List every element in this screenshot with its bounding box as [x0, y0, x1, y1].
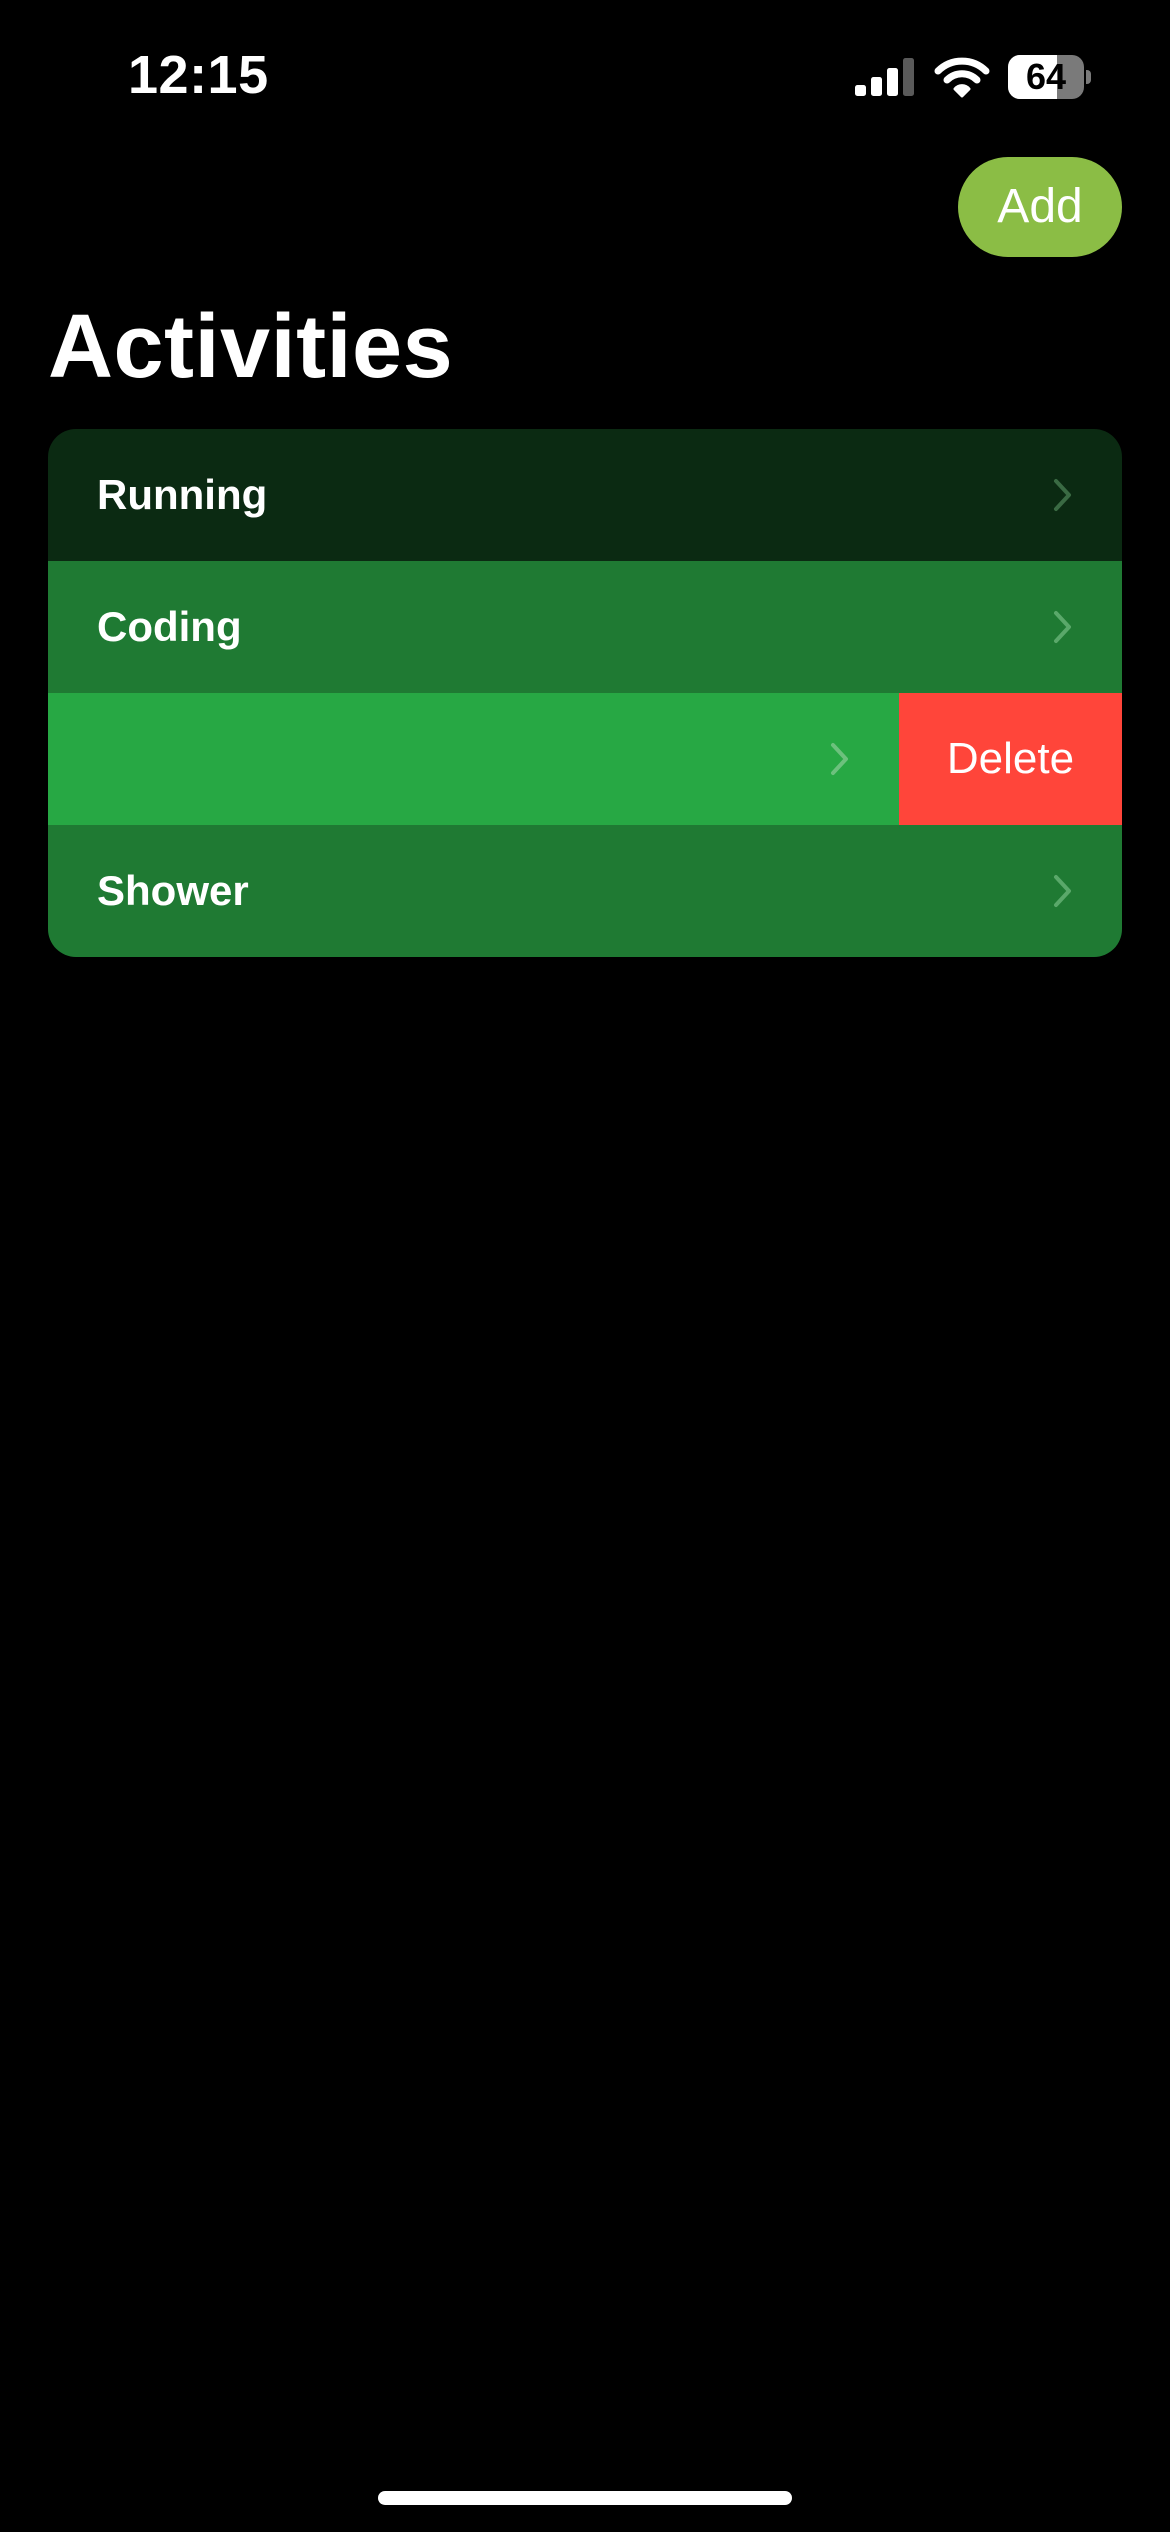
signal-bar-1	[855, 85, 866, 96]
signal-bar-3	[887, 68, 898, 96]
chevron-right-icon	[1054, 611, 1071, 643]
page-title: Activities	[48, 297, 454, 397]
wifi-icon	[934, 57, 990, 98]
chevron-right-icon	[1054, 875, 1071, 907]
signal-bar-4	[903, 58, 914, 96]
battery-percent: 64	[1025, 56, 1067, 97]
row-content: Coding	[48, 561, 1122, 693]
battery-body: 64	[1008, 55, 1084, 99]
add-button[interactable]: Add	[958, 157, 1122, 257]
activity-list: Running Coding Delete Shower	[48, 429, 1122, 957]
chevron-right-icon	[831, 743, 848, 775]
home-indicator[interactable]	[378, 2491, 792, 2505]
battery-cap	[1086, 70, 1091, 84]
row-content: Shower	[48, 825, 1122, 957]
activity-row-running[interactable]: Running	[48, 429, 1122, 561]
cellular-signal-icon	[855, 58, 914, 96]
signal-bar-2	[871, 77, 882, 96]
activity-row-swiped[interactable]: Delete	[48, 693, 1122, 825]
activity-label: Coding	[97, 603, 242, 650]
row-content: Running	[48, 429, 1122, 561]
chevron-right-icon	[1054, 479, 1071, 511]
delete-button[interactable]: Delete	[899, 693, 1122, 825]
activity-row-shower[interactable]: Shower	[48, 825, 1122, 957]
row-content	[48, 693, 899, 825]
status-bar: 12:15 64	[0, 0, 1170, 150]
activity-label: Shower	[97, 867, 249, 914]
activity-label: Running	[97, 471, 268, 518]
status-time: 12:15	[128, 45, 269, 105]
battery-icon: 64	[1008, 55, 1091, 99]
activity-row-coding[interactable]: Coding	[48, 561, 1122, 693]
